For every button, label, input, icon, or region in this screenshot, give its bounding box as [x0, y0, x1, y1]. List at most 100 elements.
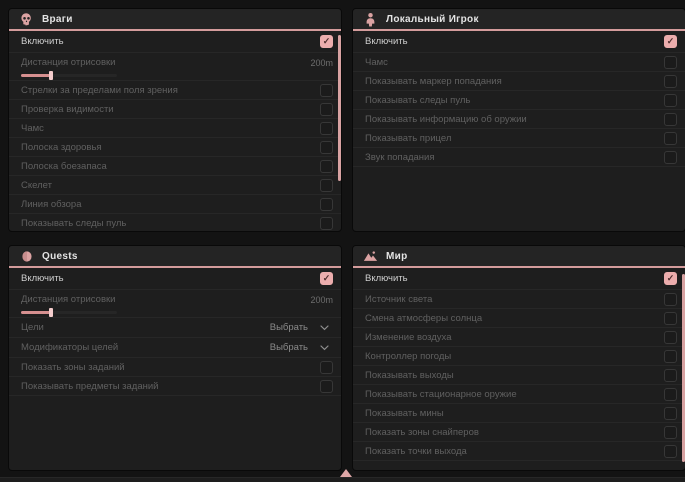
- setting-row: Показывать предметы заданий: [9, 377, 341, 396]
- setting-row: ЦелиВыбрать: [9, 318, 341, 338]
- setting-row: Изменение воздуха: [353, 328, 685, 347]
- panel-header[interactable]: Quests: [9, 246, 341, 268]
- settings-list: Включить ✓ Чамс Показывать маркер попадания…: [353, 31, 685, 167]
- checkbox[interactable]: [664, 75, 677, 88]
- setting-row: Показывать мины: [353, 404, 685, 423]
- setting-row: Модификаторы целей Выбрать: [9, 338, 341, 358]
- setting-label: Показывать маркер попадания: [365, 76, 502, 87]
- slider-track[interactable]: [21, 74, 117, 77]
- checkbox[interactable]: [320, 380, 333, 393]
- checkbox[interactable]: [664, 56, 677, 69]
- checkbox[interactable]: [320, 179, 333, 192]
- panel-header[interactable]: Мир: [353, 246, 685, 268]
- setting-row: Показывать стационарное оружие: [353, 385, 685, 404]
- setting-row: Полоска здоровья: [9, 138, 341, 157]
- checkbox[interactable]: [664, 426, 677, 439]
- setting-label: Стрелки за пределами поля зрения: [21, 85, 178, 96]
- setting-label: Показать зоны снайперов: [365, 427, 479, 438]
- checkbox[interactable]: [664, 350, 677, 363]
- setting-row: Звук попадания: [353, 148, 685, 167]
- distance-slider[interactable]: [21, 308, 117, 317]
- setting-label: Проверка видимости: [21, 104, 114, 115]
- checkbox[interactable]: [664, 113, 677, 126]
- checkbox[interactable]: [320, 160, 333, 173]
- panel-title: Враги: [42, 14, 73, 25]
- setting-row: Дистанция отрисовки200m: [9, 53, 341, 81]
- checkbox[interactable]: [320, 122, 333, 135]
- distance-slider[interactable]: [21, 71, 117, 80]
- setting-row: Проверка видимости: [9, 100, 341, 119]
- setting-label: Включить: [365, 36, 408, 47]
- setting-label: Показывать стационарное оружие: [365, 389, 517, 400]
- checkbox-checked[interactable]: ✓: [320, 272, 333, 285]
- setting-row: Показывать маркер попадания: [353, 72, 685, 91]
- checkbox[interactable]: [664, 445, 677, 458]
- checkbox[interactable]: [320, 198, 333, 211]
- checkbox-checked[interactable]: ✓: [664, 35, 677, 48]
- checkbox[interactable]: [664, 293, 677, 306]
- setting-label: Показывать мины: [365, 408, 444, 419]
- checkbox[interactable]: [320, 103, 333, 116]
- settings-list: Включить✓Дистанция отрисовки200mСтрелки …: [9, 31, 341, 232]
- checkbox[interactable]: [320, 217, 333, 230]
- checkbox[interactable]: [320, 141, 333, 154]
- slider-handle[interactable]: [49, 71, 53, 80]
- setting-label: Смена атмосферы солнца: [365, 313, 482, 324]
- checkbox[interactable]: [664, 331, 677, 344]
- slider-track[interactable]: [21, 311, 117, 314]
- setting-label: Дистанция отрисовки: [21, 294, 115, 305]
- setting-label: Линия обзора: [21, 199, 82, 210]
- checkbox-checked[interactable]: ✓: [664, 272, 677, 285]
- setting-label: Звук попадания: [365, 152, 435, 163]
- setting-label: Показывать следы пуль: [21, 218, 126, 229]
- checkbox[interactable]: [320, 84, 333, 97]
- dropdown-value: Выбрать: [270, 322, 308, 333]
- setting-row: Дистанция отрисовки 200m: [9, 290, 341, 318]
- checkbox[interactable]: [664, 132, 677, 145]
- setting-label: Чамс: [21, 123, 44, 134]
- setting-row: Показывать прицел: [353, 129, 685, 148]
- slider-fill: [21, 74, 51, 77]
- scrollbar-thumb[interactable]: [338, 35, 341, 181]
- setting-row: Контроллер погоды: [353, 347, 685, 366]
- setting-row: Включить ✓: [353, 268, 685, 290]
- panel-header[interactable]: Локальный Игрок: [353, 9, 685, 31]
- dropdown[interactable]: Выбрать: [270, 322, 333, 333]
- setting-label: Модификаторы целей: [21, 342, 118, 353]
- checkbox[interactable]: [664, 151, 677, 164]
- resize-handle-triangle[interactable]: [340, 469, 352, 477]
- setting-label: Показывать предметы заданий: [21, 381, 158, 392]
- mountain-icon: [363, 249, 378, 264]
- setting-label: Чамс: [365, 57, 388, 68]
- setting-row: Показать зоны заданий: [9, 358, 341, 377]
- setting-row: Показывать выходы: [353, 366, 685, 385]
- panel-header[interactable]: Враги: [9, 9, 341, 31]
- setting-row: Чамс: [9, 119, 341, 138]
- skull-icon: [19, 12, 34, 27]
- checkbox[interactable]: [664, 369, 677, 382]
- setting-row: Источник света: [353, 290, 685, 309]
- slider-handle[interactable]: [49, 308, 53, 317]
- background-window-edge: [0, 477, 685, 482]
- checkbox[interactable]: [320, 361, 333, 374]
- setting-label: Включить: [365, 273, 408, 284]
- setting-label: Скелет: [21, 180, 52, 191]
- checkbox-checked[interactable]: ✓: [320, 35, 333, 48]
- setting-row: Показать зоны снайперов: [353, 423, 685, 442]
- dropdown-value: Выбрать: [270, 342, 308, 353]
- checkbox[interactable]: [664, 388, 677, 401]
- panel-local-player: Локальный Игрок Включить ✓ Чамс Показывать …: [352, 8, 685, 232]
- settings-list: Включить ✓ Источник света Смена атмосферы с…: [353, 268, 685, 461]
- setting-row: Полоска боезапаса: [9, 157, 341, 176]
- checkbox[interactable]: [664, 312, 677, 325]
- setting-row: Показывать следы пуль: [353, 91, 685, 110]
- setting-label: Контроллер погоды: [365, 351, 451, 362]
- checkbox[interactable]: [664, 407, 677, 420]
- setting-label: Показывать следы пуль: [365, 95, 470, 106]
- panel-world: Мир Включить ✓ Источник света Смена атмосфе…: [352, 245, 685, 471]
- slider-value: 200m: [310, 295, 333, 305]
- setting-row: Показывать следы пуль: [9, 214, 341, 232]
- dropdown[interactable]: Выбрать: [270, 342, 333, 353]
- panel-enemies: Враги Включить✓Дистанция отрисовки200mСт…: [8, 8, 342, 232]
- checkbox[interactable]: [664, 94, 677, 107]
